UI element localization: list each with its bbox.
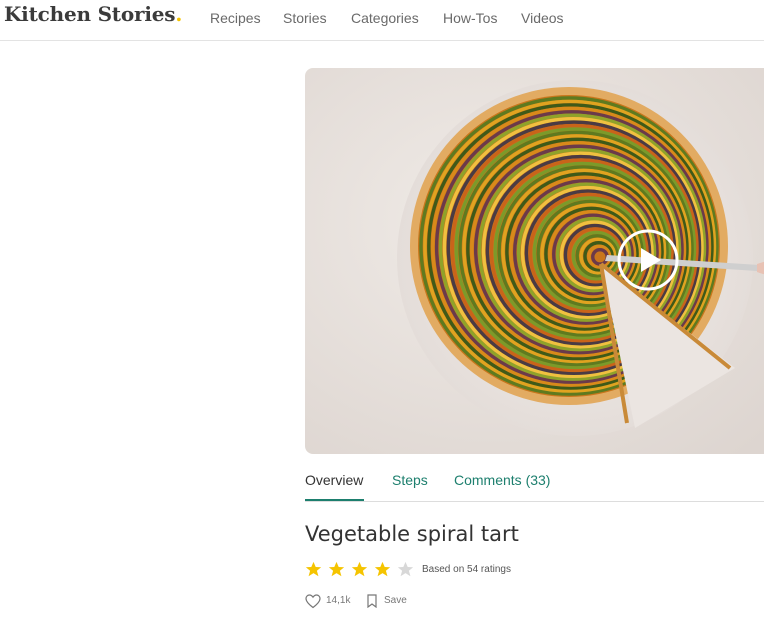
active-tab-indicator bbox=[305, 499, 364, 501]
like-button[interactable]: 14,1k bbox=[305, 592, 353, 610]
nav-stories[interactable]: Stories bbox=[283, 10, 327, 26]
tart-illustration bbox=[305, 68, 764, 454]
nav-how-tos[interactable]: How-Tos bbox=[443, 10, 497, 26]
recipe-hero-image[interactable] bbox=[305, 68, 764, 454]
star-icon-5[interactable] bbox=[397, 561, 414, 578]
site-header: Kitchen Stories. Recipes Stories Categor… bbox=[0, 0, 764, 41]
logo-text: Kitchen Stories bbox=[4, 2, 176, 26]
logo-dot: . bbox=[175, 2, 183, 26]
recipe-tabs: Overview Steps Comments (33) bbox=[305, 462, 764, 502]
nav-recipes[interactable]: Recipes bbox=[210, 10, 261, 26]
nav-categories[interactable]: Categories bbox=[351, 10, 419, 26]
save-button[interactable]: Save bbox=[366, 592, 410, 610]
nav-videos[interactable]: Videos bbox=[521, 10, 564, 26]
play-video-button[interactable] bbox=[617, 229, 679, 291]
play-icon bbox=[617, 229, 679, 291]
star-icon-3[interactable] bbox=[351, 561, 368, 578]
bookmark-icon bbox=[367, 594, 377, 608]
tab-steps[interactable]: Steps bbox=[392, 472, 428, 488]
rating-count: Based on 54 ratings bbox=[422, 564, 511, 575]
site-logo[interactable]: Kitchen Stories. bbox=[4, 2, 182, 26]
like-count: 14,1k bbox=[326, 595, 351, 606]
star-icon-4[interactable] bbox=[374, 561, 391, 578]
tab-comments[interactable]: Comments (33) bbox=[454, 472, 550, 488]
heart-icon bbox=[305, 594, 321, 609]
tab-overview[interactable]: Overview bbox=[305, 472, 363, 488]
star-icon-2[interactable] bbox=[328, 561, 345, 578]
star-icon-1[interactable] bbox=[305, 561, 322, 578]
save-label: Save bbox=[384, 595, 407, 606]
recipe-title: Vegetable spiral tart bbox=[305, 522, 519, 546]
